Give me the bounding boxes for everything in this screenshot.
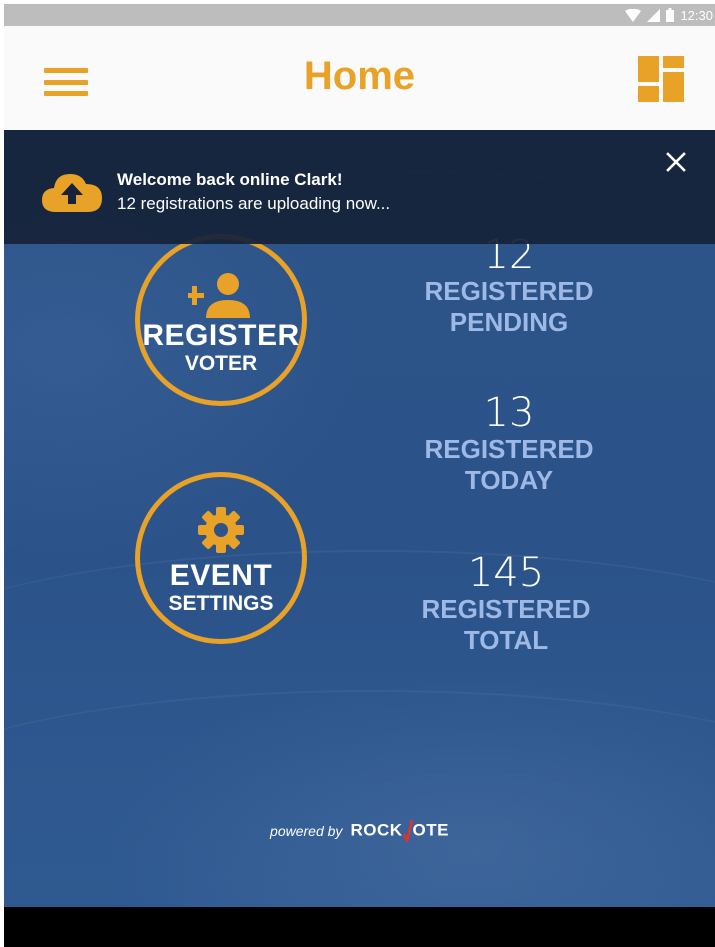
add-person-icon [188,273,250,318]
stat-pending: 12 REGISTERED PENDING [404,234,614,338]
gear-icon [198,507,244,553]
stat-today: 13 REGISTERED TODAY [404,392,614,496]
status-icons: 12:30 [625,4,715,26]
stat-total-label-2: TOTAL [463,625,549,655]
status-time: 12:30 [680,7,713,23]
brand-left: ROCK [350,820,403,840]
close-icon[interactable] [664,150,688,174]
settings-label: SETTINGS [168,592,274,615]
system-nav-bar [4,907,715,947]
stat-today-label-1: REGISTERED [424,434,594,464]
stat-pending-label-1: REGISTERED [424,276,594,306]
stat-pending-label-2: PENDING [449,307,569,337]
notification-title: Welcome back online Clark! [117,170,343,189]
status-bar: 12:30 [4,4,715,26]
notification-message: 12 registrations are uploading now... [117,194,391,213]
cloud-upload-icon [42,174,102,212]
rock-the-vote-logo: ROCK OTE [350,820,449,842]
battery-icon [666,8,675,22]
stat-today-label-2: TODAY [464,465,554,495]
event-label: EVENT [169,559,273,592]
powered-by: powered by ROCK OTE [4,820,715,842]
event-settings-button[interactable]: EVENT SETTINGS [135,472,307,644]
stat-total-value: 145 [467,550,545,596]
wifi-icon [625,8,642,22]
stat-total: 145 REGISTERED TOTAL [401,552,611,656]
signal-icon [647,8,661,22]
brand-right: OTE [412,820,449,840]
home-screen: Welcome back online Clark! 12 registrati… [4,130,715,907]
dashboard-icon[interactable] [638,56,684,102]
stat-total-label-1: REGISTERED [421,594,591,624]
register-label: REGISTER [142,319,300,352]
page-title: Home [303,54,416,98]
register-voter-button[interactable]: REGISTER VOTER [135,234,307,406]
powered-by-text: powered by [270,823,343,839]
check-mark-icon [402,820,413,842]
upload-notification: Welcome back online Clark! 12 registrati… [4,130,715,244]
stat-today-value: 13 [483,390,535,436]
app-bar: Home [4,26,715,130]
voter-label: VOTER [184,352,258,375]
background-wave [4,690,715,907]
